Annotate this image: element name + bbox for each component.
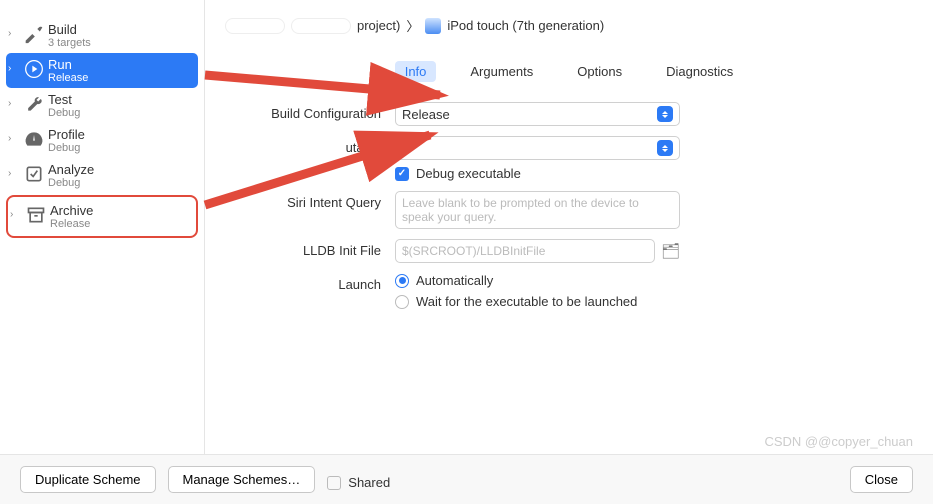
- breadcrumb-device: iPod touch (7th generation): [447, 18, 604, 33]
- breadcrumb-chevron: 〉: [406, 16, 419, 35]
- footer-bar: Duplicate Scheme Manage Schemes… Shared …: [0, 454, 933, 504]
- sidebar-item-label: Analyze: [48, 162, 94, 177]
- hammer-icon: [20, 24, 48, 44]
- sidebar-item-label: Archive: [50, 203, 93, 218]
- siri-label: Siri Intent Query: [245, 191, 395, 210]
- select-arrows-icon: [657, 140, 673, 156]
- sidebar-item-archive[interactable]: › Archive Release: [6, 195, 198, 238]
- sidebar-item-sub: Debug: [48, 142, 85, 154]
- watermark: CSDN @@copyer_chuan: [764, 434, 913, 449]
- main-content: project) 〉 iPod touch (7th generation) I…: [205, 0, 933, 454]
- sidebar-item-sub: Release: [50, 218, 93, 230]
- sidebar-item-analyze[interactable]: › Analyze Debug: [0, 158, 204, 193]
- gauge-icon: [20, 129, 48, 149]
- chevron-right-icon: ›: [8, 63, 18, 74]
- sidebar-item-sub: Release: [48, 72, 88, 84]
- chevron-right-icon: ›: [8, 168, 18, 179]
- analyze-icon: [20, 164, 48, 184]
- launch-auto-radio[interactable]: [395, 274, 409, 288]
- sidebar-item-label: Build: [48, 22, 91, 37]
- lldb-init-input[interactable]: $(SRCROOT)/LLDBInitFile: [395, 239, 655, 263]
- sidebar-item-label: Run: [48, 57, 88, 72]
- build-config-value: Release: [402, 107, 450, 122]
- redacted-executable: [402, 142, 492, 154]
- chevron-right-icon: ›: [8, 133, 18, 144]
- breadcrumb[interactable]: project) 〉 iPod touch (7th generation): [225, 10, 913, 41]
- build-config-select[interactable]: Release: [395, 102, 680, 126]
- sidebar-item-test[interactable]: › Test Debug: [0, 88, 204, 123]
- debug-executable-label: Debug executable: [416, 166, 521, 181]
- sidebar-item-sub: Debug: [48, 107, 80, 119]
- launch-wait-label: Wait for the executable to be launched: [416, 294, 637, 309]
- siri-query-input[interactable]: Leave blank to be prompted on the device…: [395, 191, 680, 229]
- shared-checkbox[interactable]: [327, 476, 341, 490]
- chevron-right-icon: ›: [8, 98, 18, 109]
- executable-select[interactable]: [395, 136, 680, 160]
- launch-label: Launch: [245, 273, 395, 292]
- launch-auto-label: Automatically: [416, 273, 493, 288]
- build-config-label: Build Configuration: [245, 102, 395, 121]
- sidebar-item-label: Test: [48, 92, 80, 107]
- sidebar-item-sub: Debug: [48, 177, 94, 189]
- tab-info[interactable]: Info: [395, 61, 437, 82]
- device-icon: [425, 18, 441, 34]
- chevron-right-icon: ›: [8, 28, 18, 39]
- tab-arguments[interactable]: Arguments: [460, 61, 543, 82]
- duplicate-scheme-button[interactable]: Duplicate Scheme: [20, 466, 156, 493]
- sidebar-item-sub: 3 targets: [48, 37, 91, 49]
- scheme-sidebar: › Build 3 targets › Run Release ›: [0, 0, 205, 454]
- sidebar-item-profile[interactable]: › Profile Debug: [0, 123, 204, 158]
- launch-wait-radio[interactable]: [395, 295, 409, 309]
- lldb-label: LLDB Init File: [245, 239, 395, 258]
- manage-schemes-button[interactable]: Manage Schemes…: [168, 466, 316, 493]
- archive-icon: [22, 205, 50, 225]
- sidebar-item-build[interactable]: › Build 3 targets: [0, 18, 204, 53]
- close-button[interactable]: Close: [850, 466, 913, 493]
- redacted-project-name: [225, 18, 285, 34]
- tab-options[interactable]: Options: [567, 61, 632, 82]
- breadcrumb-suffix: project): [357, 18, 400, 33]
- wrench-icon: [20, 94, 48, 114]
- shared-label: Shared: [348, 475, 390, 490]
- sidebar-item-label: Profile: [48, 127, 85, 142]
- executable-label: utable: [346, 140, 381, 155]
- debug-executable-checkbox[interactable]: [395, 167, 409, 181]
- tab-diagnostics[interactable]: Diagnostics: [656, 61, 743, 82]
- folder-icon[interactable]: 🗂: [661, 242, 680, 260]
- sidebar-item-run[interactable]: › Run Release: [6, 53, 198, 88]
- play-icon: [20, 59, 48, 79]
- chevron-right-icon: ›: [10, 209, 20, 220]
- tab-bar: Info Arguments Options Diagnostics: [225, 61, 913, 82]
- select-arrows-icon: [657, 106, 673, 122]
- redacted-project-name: [291, 18, 351, 34]
